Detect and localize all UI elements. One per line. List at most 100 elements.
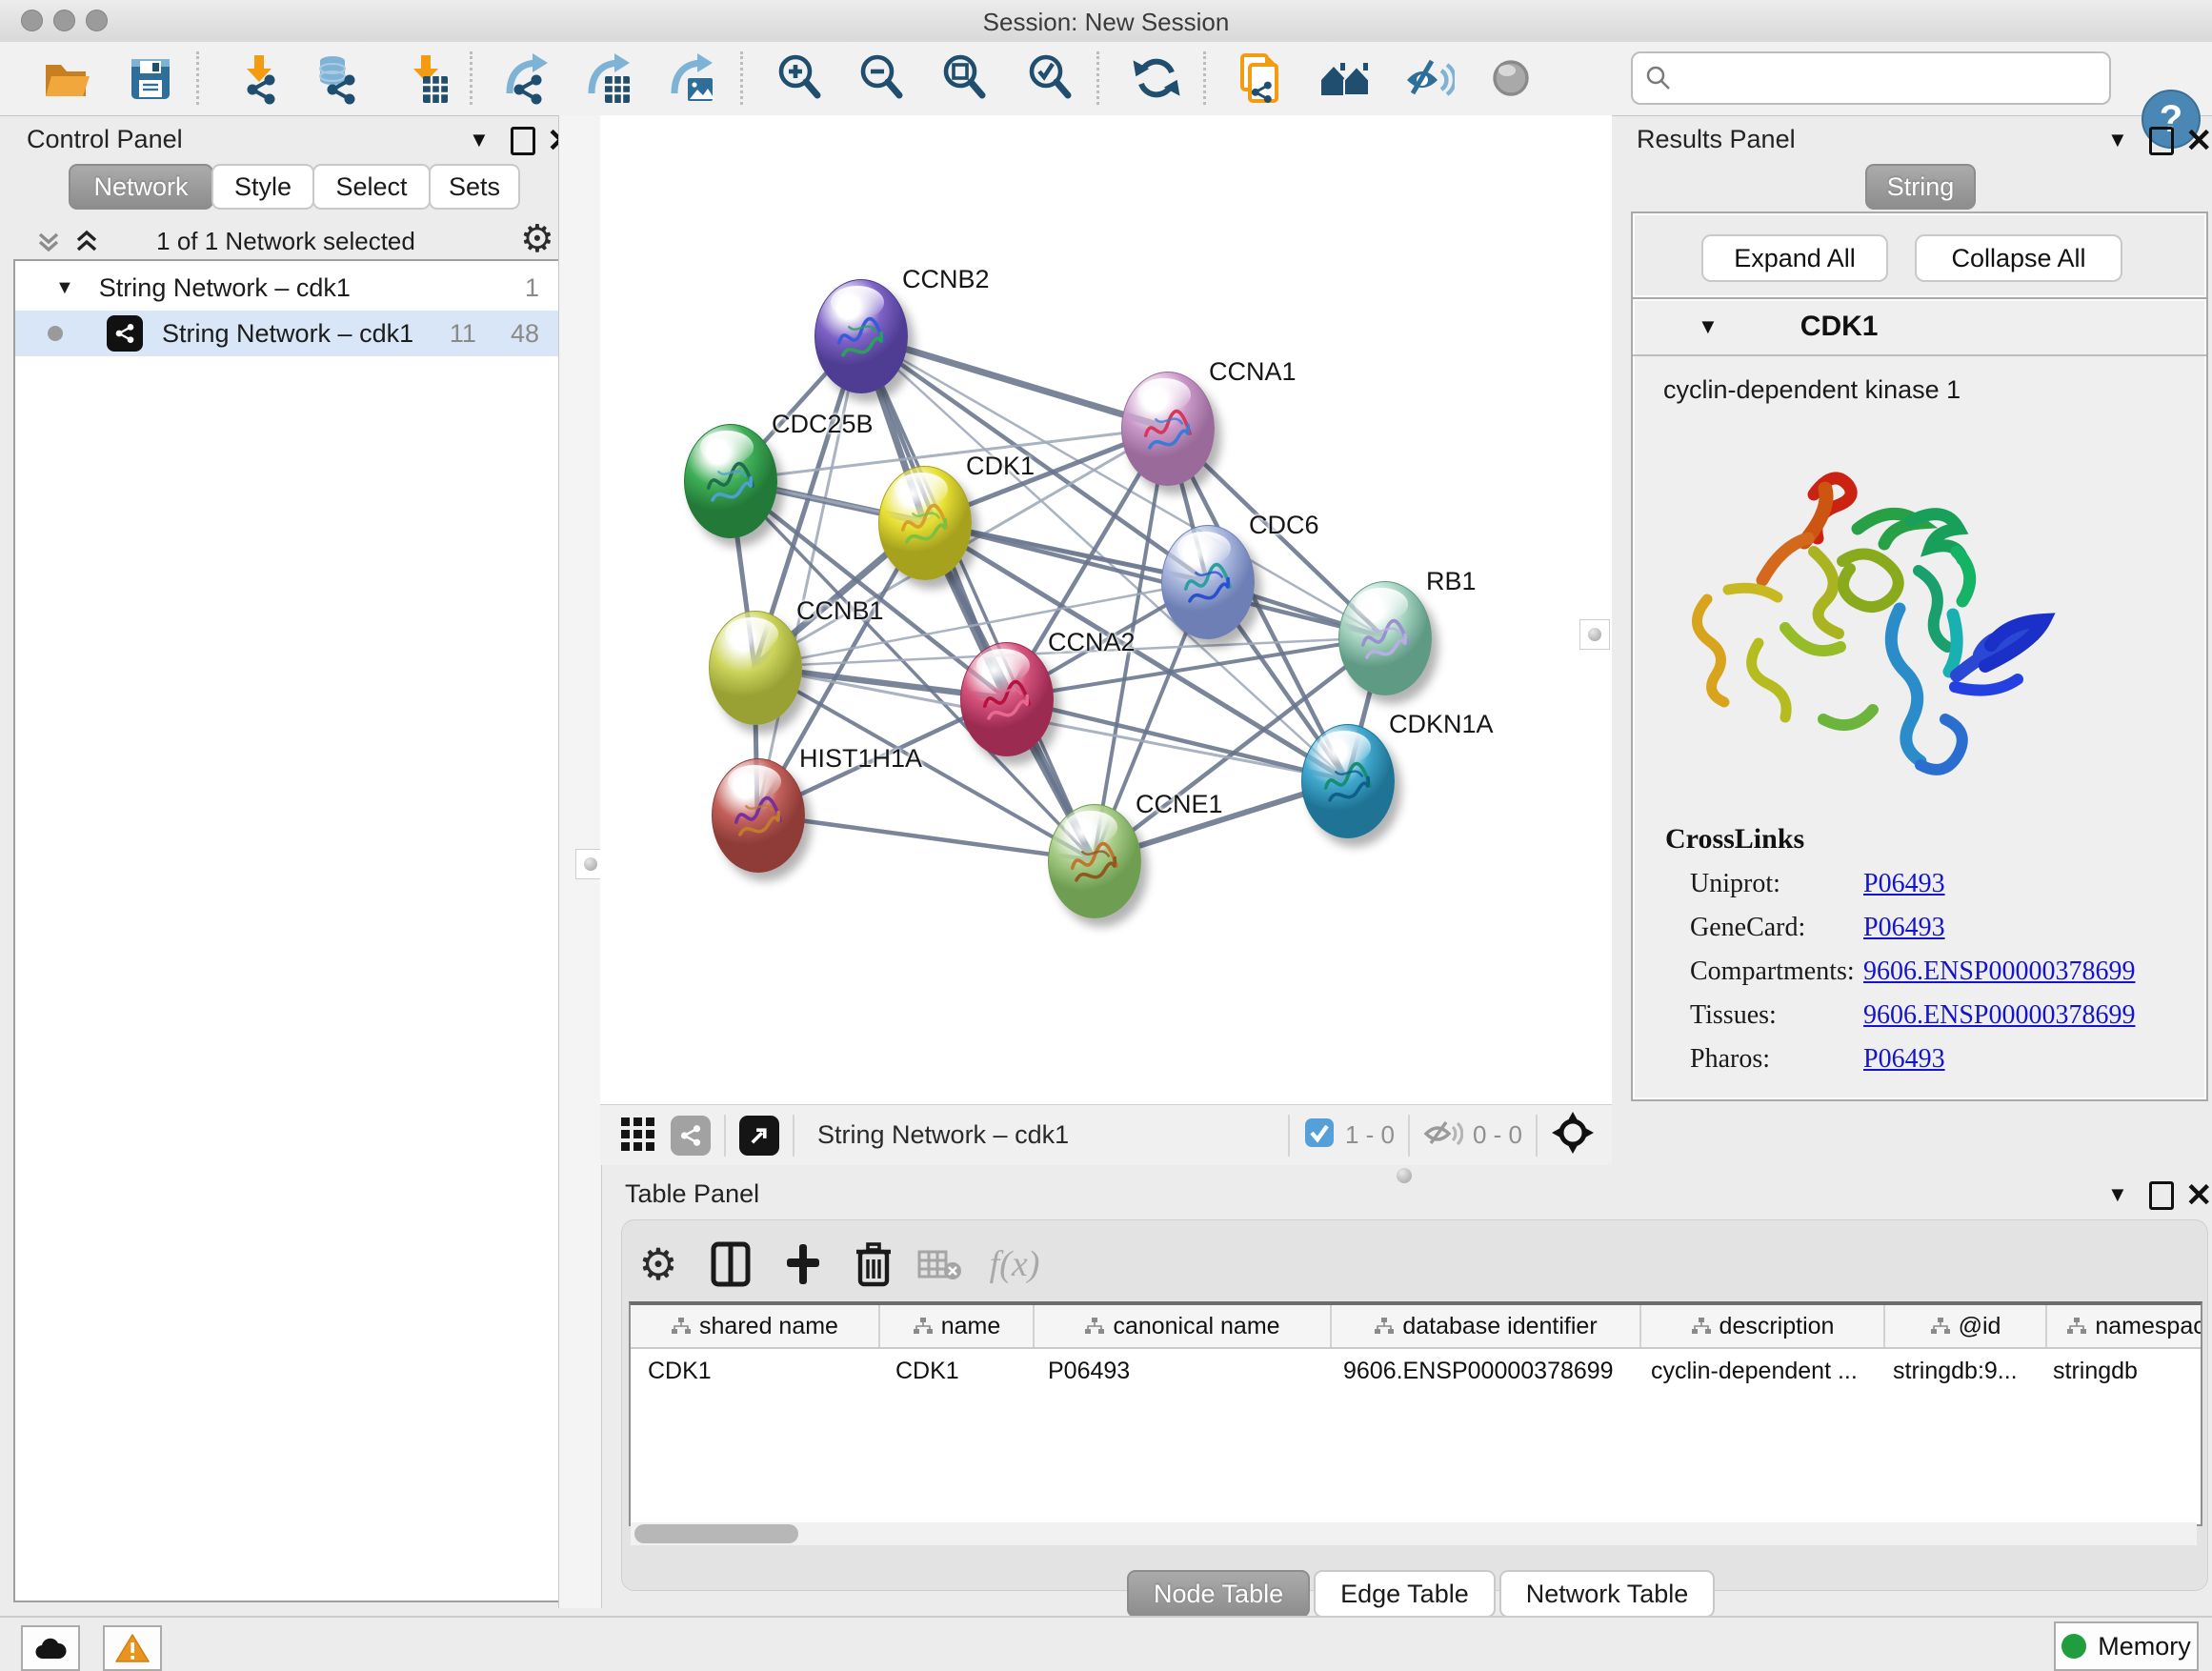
crosslink-link-4[interactable]: P06493 <box>1863 1044 1945 1075</box>
network-share-icon[interactable] <box>671 1116 711 1156</box>
open-in-window-icon[interactable] <box>739 1116 779 1156</box>
export-image-icon[interactable] <box>659 48 720 109</box>
cell-1[interactable]: CDK1 <box>878 1349 1031 1393</box>
expand-all-networks-icon[interactable] <box>72 227 101 260</box>
cell-4[interactable]: cyclin-dependent ... <box>1634 1349 1876 1393</box>
zoom-fit-icon[interactable] <box>935 48 995 109</box>
tab-sets[interactable]: Sets <box>429 164 520 210</box>
hidden-eye-icon[interactable] <box>1423 1117 1463 1154</box>
crosslink-link-0[interactable]: P06493 <box>1863 869 1945 899</box>
eye-icon[interactable] <box>1480 48 1541 109</box>
cloud-button[interactable] <box>21 1625 80 1671</box>
tab-edge-table[interactable]: Edge Table <box>1314 1570 1496 1618</box>
cell-0[interactable]: CDK1 <box>631 1349 878 1393</box>
edge-CCNB2-HIST1H1A[interactable] <box>757 335 860 815</box>
tab-style[interactable]: Style <box>211 164 314 210</box>
network-node-CCNB2[interactable] <box>814 279 908 393</box>
table-panel-float-icon[interactable] <box>2149 1181 2174 1210</box>
network-node-CDKN1A[interactable] <box>1301 724 1395 838</box>
table-panel-collapse-icon[interactable]: ▼ <box>2107 1182 2128 1207</box>
delete-column-trash-icon[interactable] <box>846 1237 901 1292</box>
crosslink-link-1[interactable]: P06493 <box>1863 913 1945 943</box>
edge-CCNB2-CCNE1[interactable] <box>860 335 1094 860</box>
network-canvas[interactable]: CCNB2 CCNA1 CDC25B CDK1 CDC6 RB1CCNB1 <box>600 115 1612 1104</box>
tab-string[interactable]: String <box>1865 164 1976 210</box>
network-options-gear-icon[interactable]: ⚙ <box>520 217 554 261</box>
node-table[interactable]: shared namenamecanonical namedatabase id… <box>629 1301 2202 1526</box>
search-box[interactable] <box>1631 51 2111 105</box>
cell-3[interactable]: 9606.ENSP00000378699 <box>1326 1349 1634 1393</box>
crosslink-link-3[interactable]: 9606.ENSP00000378699 <box>1863 1000 2135 1031</box>
edge-HIST1H1A-CCNE1[interactable] <box>757 815 1094 860</box>
collection-expand-icon[interactable]: ▼ <box>55 277 74 299</box>
column-header-3[interactable]: database identifier <box>1332 1305 1641 1347</box>
search-input[interactable] <box>1680 63 2109 94</box>
birdseye-grid-icon[interactable] <box>619 1114 657 1157</box>
results-panel-float-icon[interactable] <box>2149 127 2174 155</box>
save-session-icon[interactable] <box>120 48 181 109</box>
network-node-CDK1[interactable] <box>878 466 972 580</box>
table-scrollbar-thumb[interactable] <box>634 1524 798 1543</box>
cell-5[interactable]: stringdb:9... <box>1876 1349 2036 1393</box>
column-header-2[interactable]: canonical name <box>1035 1305 1332 1347</box>
column-header-0[interactable]: shared name <box>631 1305 880 1347</box>
network-node-CCNE1[interactable] <box>1048 804 1141 918</box>
expand-all-button[interactable]: Expand All <box>1701 234 1888 282</box>
fit-selected-crosshair-icon[interactable] <box>1551 1111 1595 1159</box>
network-node-HIST1H1A[interactable] <box>712 758 805 873</box>
network-collection-row[interactable]: ▼ String Network – cdk1 1 <box>15 265 558 311</box>
selected-checkbox-icon[interactable] <box>1303 1117 1336 1154</box>
tab-node-table[interactable]: Node Table <box>1127 1570 1310 1618</box>
memory-button[interactable]: Memory <box>2054 1621 2199 1671</box>
open-file-icon[interactable] <box>36 48 97 109</box>
protein-collapse-icon[interactable]: ▼ <box>1698 314 1719 339</box>
duplicate-network-icon[interactable] <box>1229 48 1290 109</box>
show-columns-icon[interactable] <box>703 1237 758 1292</box>
create-column-icon[interactable] <box>775 1237 831 1292</box>
warning-button[interactable] <box>103 1625 162 1671</box>
network-node-CDC6[interactable] <box>1161 525 1255 639</box>
refresh-icon[interactable] <box>1126 48 1187 109</box>
network-node-RB1[interactable] <box>1338 581 1432 695</box>
column-header-6[interactable]: namespace <box>2047 1305 2202 1347</box>
network-node-CDC25B[interactable] <box>684 424 777 538</box>
crosslink-link-2[interactable]: 9606.ENSP00000378699 <box>1863 956 2135 987</box>
horizontal-splitter-handle[interactable] <box>1397 1168 1412 1183</box>
network-node-CCNB1[interactable] <box>709 611 802 725</box>
tab-network[interactable]: Network <box>69 164 213 210</box>
cell-2[interactable]: P06493 <box>1031 1349 1326 1393</box>
table-panel-close-icon[interactable]: ✕ <box>2185 1184 2212 1207</box>
session-home-icon[interactable] <box>1316 48 1377 109</box>
tab-select[interactable]: Select <box>312 164 431 210</box>
cell-6[interactable]: stringdb <box>2036 1349 2202 1393</box>
protein-card-header[interactable]: ▼ CDK1 <box>1633 299 2206 356</box>
network-node-CCNA1[interactable] <box>1121 372 1215 486</box>
node-label-CCNA1: CCNA1 <box>1209 357 1297 387</box>
network-row[interactable]: String Network – cdk1 11 48 <box>15 311 558 356</box>
results-panel-close-icon[interactable]: ✕ <box>2185 130 2212 152</box>
hide-panel-icon[interactable] <box>1398 48 1458 109</box>
tab-network-table[interactable]: Network Table <box>1499 1570 1716 1618</box>
zoom-selected-icon[interactable] <box>1020 48 1081 109</box>
right-splitter-handle[interactable] <box>1579 619 1610 650</box>
import-table-icon[interactable] <box>394 48 455 109</box>
import-network-icon[interactable] <box>228 48 289 109</box>
export-table-icon[interactable] <box>576 48 637 109</box>
export-network-icon[interactable] <box>494 48 555 109</box>
column-header-4[interactable]: description <box>1641 1305 1885 1347</box>
table-horizontal-scrollbar[interactable] <box>631 1522 2197 1545</box>
table-row[interactable]: CDK1CDK1P064939606.ENSP00000378699cyclin… <box>631 1349 2201 1393</box>
control-panel-float-icon[interactable] <box>511 127 535 155</box>
results-panel-collapse-icon[interactable]: ▼ <box>2107 128 2128 152</box>
column-header-5[interactable]: @id <box>1885 1305 2047 1347</box>
network-node-CCNA2[interactable] <box>960 642 1054 756</box>
zoom-out-icon[interactable] <box>852 48 913 109</box>
zoom-in-icon[interactable] <box>770 48 831 109</box>
import-database-icon[interactable] <box>308 48 369 109</box>
control-panel-collapse-icon[interactable]: ▼ <box>469 128 490 152</box>
table-settings-gear-icon[interactable]: ⚙ <box>631 1237 686 1292</box>
column-header-1[interactable]: name <box>880 1305 1035 1347</box>
collapse-all-button[interactable]: Collapse All <box>1915 234 2122 282</box>
collapse-all-networks-icon[interactable] <box>34 227 63 260</box>
node-label-RB1: RB1 <box>1426 567 1477 596</box>
